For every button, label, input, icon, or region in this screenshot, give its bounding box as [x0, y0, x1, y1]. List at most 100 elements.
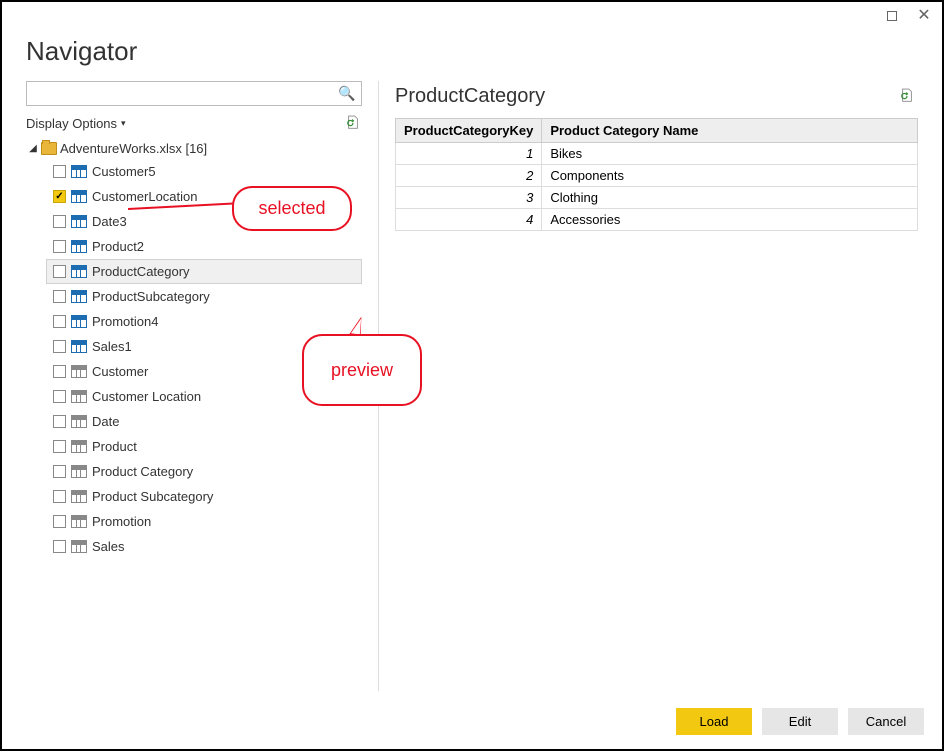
cell-name: Components [542, 165, 918, 187]
checkbox[interactable]: ✓ [53, 190, 66, 203]
sheet-icon [71, 490, 87, 503]
expand-icon: ◢ [28, 143, 38, 154]
tree-item-label: Customer Location [92, 389, 201, 404]
table-icon [71, 315, 87, 328]
sheet-icon [71, 515, 87, 528]
table-icon [71, 240, 87, 253]
preview-refresh-button[interactable] [900, 88, 918, 106]
dialog-title: Navigator [26, 36, 918, 67]
checkbox[interactable] [53, 240, 66, 253]
preview-title: ProductCategory [395, 85, 545, 108]
table-icon [71, 265, 87, 278]
tree-item-label: Product2 [92, 239, 144, 254]
table-row[interactable]: 3Clothing [396, 187, 918, 209]
root-label: AdventureWorks.xlsx [16] [60, 141, 207, 156]
tree-item[interactable]: Customer5 [46, 159, 362, 184]
tree-item-label: Customer [92, 364, 148, 379]
sheet-icon [71, 390, 87, 403]
caret-down-icon: ▾ [121, 118, 126, 129]
search-wrap: 🔍 [26, 81, 362, 106]
tree-item[interactable]: Product2 [46, 234, 362, 259]
checkbox[interactable] [53, 440, 66, 453]
cell-name: Clothing [542, 187, 918, 209]
refresh-icon [346, 115, 360, 131]
tree-item-label: Promotion [92, 514, 151, 529]
tree-item[interactable]: Promotion4 [46, 309, 362, 334]
table-row[interactable]: 2Components [396, 165, 918, 187]
checkbox[interactable] [53, 465, 66, 478]
preview-table[interactable]: ProductCategoryKeyProduct Category Name … [395, 118, 918, 231]
folder-icon [41, 142, 57, 155]
search-input[interactable] [27, 82, 333, 105]
tree-item[interactable]: Promotion [46, 509, 362, 534]
display-options-dropdown[interactable]: Display Options ▾ [26, 116, 126, 131]
display-options-label: Display Options [26, 116, 117, 131]
edit-button[interactable]: Edit [762, 708, 838, 735]
tree-item[interactable]: Sales [46, 534, 362, 559]
annotation-selected-text: selected [258, 198, 325, 218]
tree-item-label: Product Category [92, 464, 193, 479]
table-icon [71, 215, 87, 228]
close-icon: ✕ [917, 9, 930, 23]
title-bar: ✕ [2, 2, 942, 26]
checkbox[interactable] [53, 490, 66, 503]
table-row[interactable]: 4Accessories [396, 209, 918, 231]
tree-item-label: Product [92, 439, 137, 454]
tree-item[interactable]: ProductSubcategory [46, 284, 362, 309]
sheet-icon [71, 365, 87, 378]
sheet-icon [71, 415, 87, 428]
load-button[interactable]: Load [676, 708, 752, 735]
right-panel: ProductCategory ProductCategoryKeyProduc… [385, 81, 932, 691]
restore-button[interactable] [884, 8, 900, 24]
tree-item[interactable]: ProductCategory [46, 259, 362, 284]
checkbox[interactable] [53, 265, 66, 278]
tree-item-label: Date [92, 414, 119, 429]
main: 🔍 Display Options ▾ ◢ AdventureWorks.xls… [2, 81, 942, 691]
tree-item[interactable]: Product [46, 434, 362, 459]
sheet-icon [71, 465, 87, 478]
tree-item[interactable]: Product Category [46, 459, 362, 484]
cancel-button[interactable]: Cancel [848, 708, 924, 735]
footer: Load Edit Cancel [2, 698, 942, 749]
tree-item-label: Customer5 [92, 164, 156, 179]
tree-item[interactable]: Date [46, 409, 362, 434]
restore-icon [887, 11, 897, 21]
sheet-icon [71, 440, 87, 453]
options-row: Display Options ▾ [26, 112, 362, 134]
cell-key: 4 [396, 209, 542, 231]
column-header[interactable]: Product Category Name [542, 119, 918, 143]
checkbox[interactable] [53, 515, 66, 528]
checkbox[interactable] [53, 340, 66, 353]
cell-name: Bikes [542, 143, 918, 165]
refresh-button[interactable] [344, 114, 362, 132]
close-button[interactable]: ✕ [916, 8, 932, 24]
checkbox[interactable] [53, 365, 66, 378]
cell-key: 2 [396, 165, 542, 187]
column-header[interactable]: ProductCategoryKey [396, 119, 542, 143]
checkbox[interactable] [53, 290, 66, 303]
checkbox[interactable] [53, 165, 66, 178]
checkbox[interactable] [53, 315, 66, 328]
table-icon [71, 340, 87, 353]
tree-item[interactable]: Product Subcategory [46, 484, 362, 509]
preview-header: ProductCategory [395, 85, 918, 108]
tree-item-label: ProductSubcategory [92, 289, 210, 304]
sheet-icon [71, 540, 87, 553]
checkbox[interactable] [53, 215, 66, 228]
tree-item-label: ProductCategory [92, 264, 190, 279]
tree-root[interactable]: ◢ AdventureWorks.xlsx [16] [26, 138, 362, 159]
cell-name: Accessories [542, 209, 918, 231]
table-icon [71, 190, 87, 203]
cell-key: 1 [396, 143, 542, 165]
checkbox[interactable] [53, 390, 66, 403]
refresh-icon [900, 88, 914, 104]
checkbox[interactable] [53, 415, 66, 428]
tree-item-label: Sales [92, 539, 125, 554]
checkbox[interactable] [53, 540, 66, 553]
search-icon[interactable]: 🔍 [333, 82, 361, 105]
table-icon [71, 165, 87, 178]
table-row[interactable]: 1Bikes [396, 143, 918, 165]
tree-item-label: Promotion4 [92, 314, 158, 329]
annotation-preview: preview [302, 334, 422, 406]
annotation-selected: selected [232, 186, 352, 231]
